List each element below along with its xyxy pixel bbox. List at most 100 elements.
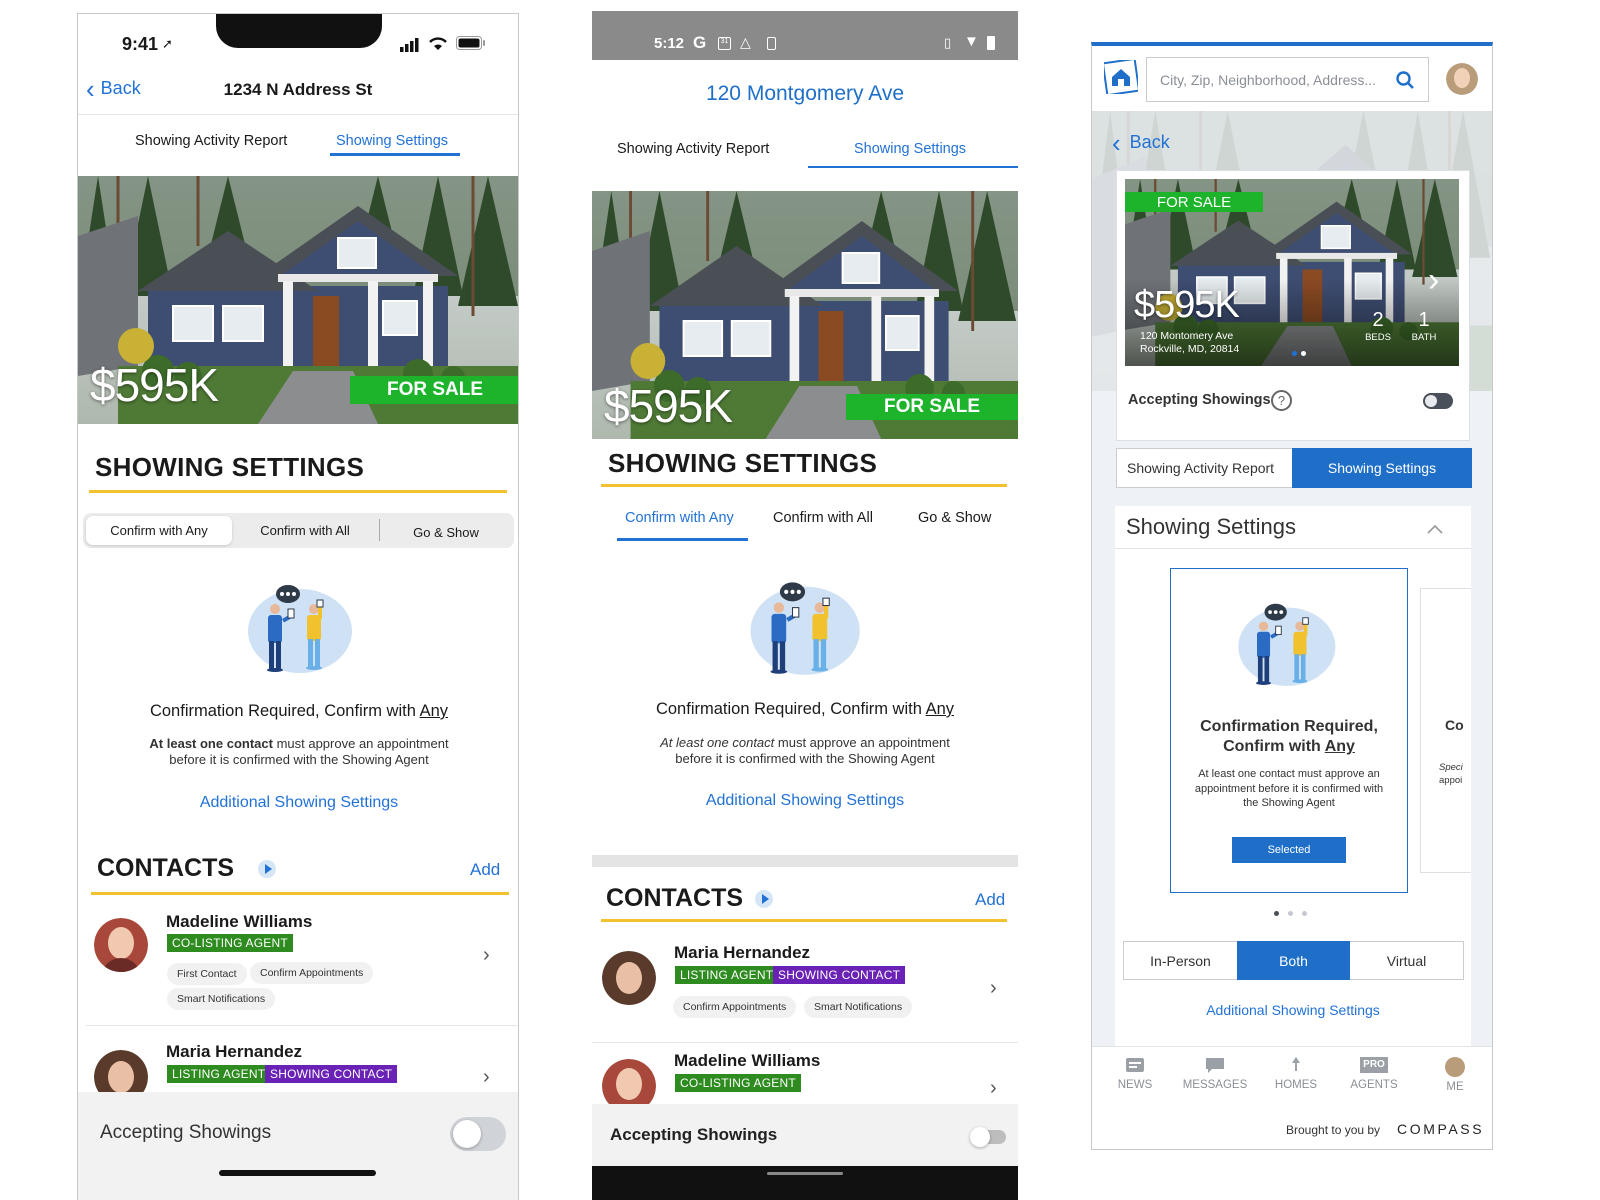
signal-icon [400, 38, 419, 52]
bath-stat: 1 BATH [1409, 309, 1439, 343]
add-contact-link[interactable]: Add [975, 890, 1005, 910]
battery-icon [456, 36, 485, 50]
chevron-right-icon: › [483, 944, 490, 966]
beds-value: 2 [1372, 309, 1384, 331]
android-nav-bar [592, 1166, 1018, 1200]
accepting-toggle[interactable] [1423, 393, 1453, 409]
web-app-screen: City, Zip, Neighborhood, Address... ‹ Ba… [1091, 42, 1493, 1150]
listing-price: $595K [1134, 284, 1240, 326]
confirm-desc-bold: At least one contact [149, 736, 273, 751]
tab-showing-activity-report[interactable]: Showing Activity Report [617, 141, 769, 157]
nav-messages[interactable]: MESSAGES [1180, 1057, 1250, 1091]
header: City, Zip, Neighborhood, Address... [1092, 46, 1492, 111]
segment-confirm-any[interactable]: Confirm with Any [625, 510, 734, 526]
accepting-toggle[interactable] [970, 1127, 1006, 1147]
accepting-label: Accepting Showings [100, 1122, 272, 1143]
nav-homes[interactable]: HOMES [1268, 1057, 1324, 1091]
home-indicator [219, 1170, 376, 1176]
nav-agents[interactable]: PRO AGENTS [1346, 1057, 1402, 1091]
carousel-dot-active [1274, 911, 1279, 916]
chevron-up-icon[interactable] [1427, 524, 1443, 534]
additional-settings-link[interactable]: Additional Showing Settings [78, 794, 518, 812]
mode-virtual[interactable]: Virtual [1350, 942, 1463, 979]
mode-both[interactable]: Both [1237, 941, 1350, 980]
play-icon[interactable] [755, 890, 773, 908]
segment-go-show[interactable]: Go & Show [918, 510, 991, 526]
peek-body-line1: Speci [1439, 762, 1463, 773]
add-contact-link[interactable]: Add [470, 860, 500, 880]
confirm-mode-segmented-control: Confirm with Any Confirm with All Go & S… [83, 513, 514, 548]
confirm-desc-italic: At least one contact [660, 735, 775, 750]
bath-label: BATH [1411, 332, 1437, 343]
segment-confirm-any[interactable]: Confirm with Any [86, 516, 232, 545]
mode-in-person[interactable]: In-Person [1124, 942, 1237, 979]
divider [1115, 548, 1471, 549]
carousel-dot [1301, 351, 1306, 356]
confirm-desc-rest: must approve an appointment [774, 735, 950, 750]
additional-settings-link[interactable]: Additional Showing Settings [592, 792, 1018, 810]
search-input[interactable]: City, Zip, Neighborhood, Address... [1146, 57, 1429, 102]
search-icon[interactable] [1396, 71, 1414, 89]
help-icon[interactable]: ? [1271, 390, 1292, 411]
back-label: Back [1129, 132, 1170, 152]
confirm-title-text: Confirmation Required, Confirm with [149, 702, 420, 720]
nav-homes-label: HOMES [1274, 1079, 1318, 1091]
tab-showing-settings[interactable]: Showing Settings [336, 133, 448, 149]
tab-showing-settings[interactable]: Showing Settings [854, 141, 966, 157]
next-photo-icon[interactable]: › [1428, 261, 1439, 300]
phone-icon [767, 37, 776, 50]
option-card-confirm-any[interactable]: Confirmation Required, Confirm with Any … [1170, 568, 1408, 893]
footer: Brought to you by COMPASS [1092, 1106, 1492, 1149]
nav-agents-label: AGENTS [1350, 1079, 1398, 1091]
contact-row[interactable]: Madeline Williams CO-LISTING AGENT › [592, 1045, 1018, 1113]
confirm-illustration [1238, 603, 1336, 686]
role-badge: LISTING AGENT [167, 1065, 271, 1083]
home-logo-icon[interactable] [1104, 60, 1138, 94]
pro-badge-icon: PRO [1360, 1057, 1388, 1073]
contacts-underline [601, 919, 1007, 922]
nav-me[interactable]: ME [1435, 1057, 1475, 1093]
contact-name: Maria Hernandez [674, 943, 811, 962]
bottom-nav: NEWS MESSAGES HOMES PRO AGENTS ME [1092, 1046, 1492, 1106]
confirm-description: At least one contact must approve an app… [592, 735, 1018, 767]
play-icon[interactable] [258, 860, 276, 878]
segment-go-show[interactable]: Go & Show [381, 518, 511, 547]
confirm-desc-line2: before it is confirmed with the Showing … [169, 752, 429, 767]
selected-button[interactable]: Selected [1232, 837, 1346, 863]
contact-row[interactable]: Maria Hernandez LISTING AGENT SHOWING CO… [592, 937, 1018, 1043]
tab-showing-settings[interactable]: Showing Settings [1292, 448, 1472, 488]
battery-icon [987, 36, 995, 50]
segment-confirm-all[interactable]: Confirm with All [233, 516, 377, 545]
role-badge: LISTING AGENT [675, 966, 779, 984]
contact-row[interactable]: Madeline Williams CO-LISTING AGENT First… [78, 908, 518, 1026]
chevron-right-icon: › [990, 1077, 997, 1099]
accepting-toggle[interactable] [450, 1117, 506, 1151]
tab-showing-activity-report[interactable]: Showing Activity Report [1127, 460, 1274, 476]
listing-photo: $595K FOR SALE [78, 176, 518, 424]
segment-confirm-all[interactable]: Confirm with All [773, 510, 873, 526]
role-badge: CO-LISTING AGENT [167, 934, 293, 952]
tab-showing-activity-report[interactable]: Showing Activity Report [135, 133, 287, 149]
option-card-peek[interactable]: Co Speci appoi [1420, 588, 1471, 873]
contact-name: Madeline Williams [674, 1051, 821, 1070]
contact-row[interactable]: Maria Hernandez LISTING AGENT SHOWING CO… [78, 1036, 518, 1104]
nav-news[interactable]: NEWS [1110, 1057, 1160, 1091]
status-bar: 5:12 G 31 △ ▯ ▼ [592, 11, 1018, 60]
back-button[interactable]: ‹ Back [1112, 130, 1170, 156]
confirm-desc-line2: before it is confirmed with the Showing … [675, 751, 935, 766]
user-avatar[interactable] [1446, 63, 1478, 95]
chevron-right-icon: › [483, 1066, 490, 1088]
permission-chip: Confirm Appointments [250, 962, 374, 984]
additional-settings-link[interactable]: Additional Showing Settings [1115, 1002, 1471, 1018]
location-icon: ➚ [162, 36, 173, 51]
peek-body: Speci appoi [1439, 761, 1463, 787]
status-bar: 9:41 ➚ [78, 14, 518, 74]
bath-value: 1 [1418, 309, 1430, 331]
confirm-title-text: Confirmation Required, Confirm with [655, 700, 926, 718]
avatar-redhead [94, 918, 148, 972]
listing-photo[interactable]: FOR SALE $595K 120 Montomery Ave Rockvil… [1125, 179, 1459, 366]
calendar-icon: 31 [718, 37, 731, 50]
wifi-icon: ▼ [964, 33, 979, 50]
listing-card: FOR SALE $595K 120 Montomery Ave Rockvil… [1116, 170, 1470, 441]
me-avatar-icon [1445, 1057, 1465, 1077]
